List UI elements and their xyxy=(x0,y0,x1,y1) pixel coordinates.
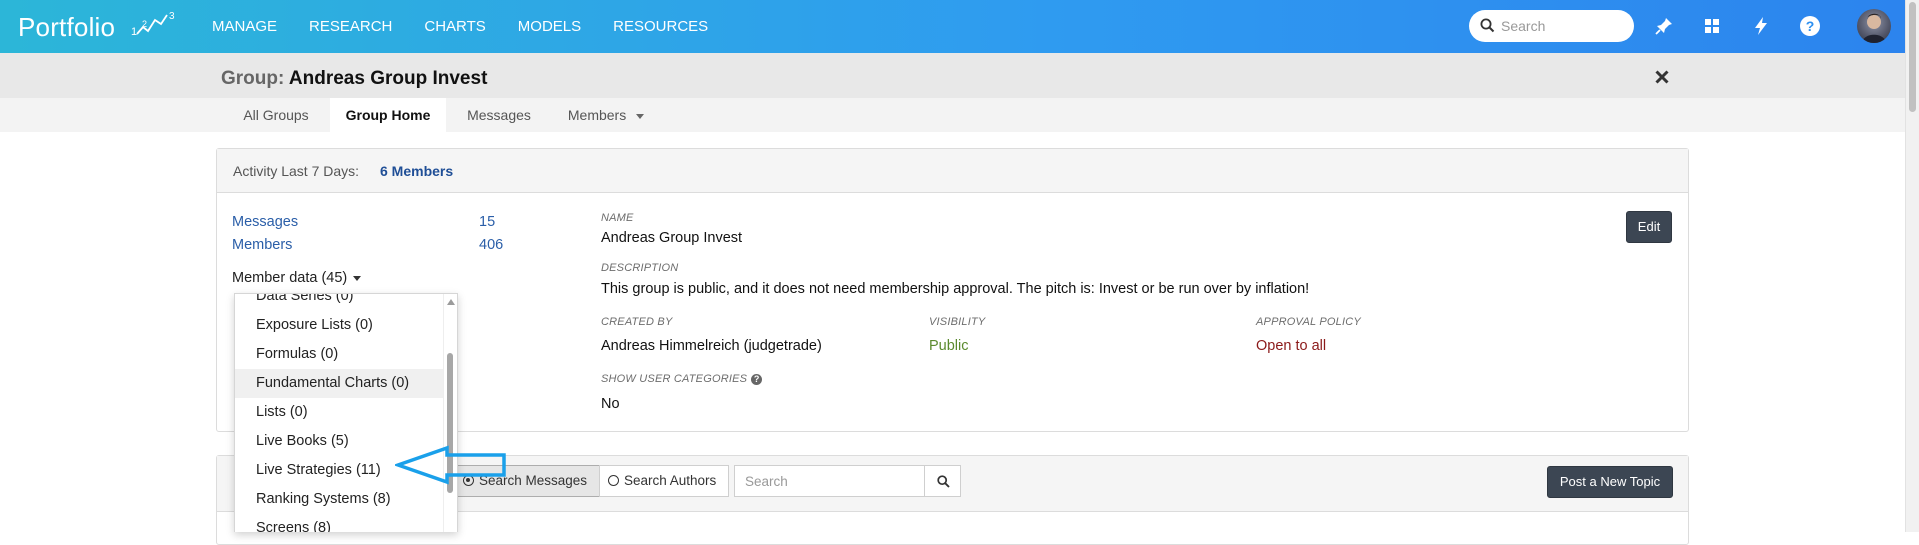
group-title-prefix: Group: xyxy=(221,68,285,89)
description-caption: DESCRIPTION xyxy=(601,262,679,274)
user-categories-value: No xyxy=(601,396,620,412)
menu-item-screens[interactable]: Screens (8) xyxy=(235,514,445,532)
menu-item-exposure-lists[interactable]: Exposure Lists (0) xyxy=(235,311,445,340)
menu-item-ranking-systems[interactable]: Ranking Systems (8) xyxy=(235,485,445,514)
approval-policy-caption: APPROVAL POLICY xyxy=(1256,316,1361,328)
members-count[interactable]: 406 xyxy=(479,237,503,253)
menu-resources[interactable]: RESOURCES xyxy=(613,0,708,53)
tab-label: All Groups xyxy=(243,107,309,123)
edit-button[interactable]: Edit xyxy=(1626,211,1672,243)
tab-all-groups[interactable]: All Groups xyxy=(226,98,326,132)
tab-messages[interactable]: Messages xyxy=(456,98,542,132)
global-search xyxy=(1469,10,1634,42)
dropdown-scrollbar[interactable] xyxy=(443,294,457,532)
search-authors-option[interactable]: Search Authors xyxy=(599,465,729,497)
chevron-down-icon xyxy=(636,113,645,119)
menu-models[interactable]: MODELS xyxy=(518,0,581,53)
svg-text:3: 3 xyxy=(169,11,175,22)
created-by-value: Andreas Himmelreich (judgetrade) xyxy=(601,338,822,354)
member-data-dropdown-toggle[interactable]: Member data (45) xyxy=(232,270,362,286)
annotation-arrow-icon xyxy=(395,445,506,485)
tab-group-home[interactable]: Group Home xyxy=(330,98,446,132)
tab-label: Members xyxy=(567,107,627,123)
tab-label: Group Home xyxy=(345,107,431,123)
menu-manage[interactable]: MANAGE xyxy=(212,0,277,53)
member-data-list: Data Series (0) Exposure Lists (0) Formu… xyxy=(235,294,445,532)
help-icon[interactable]: ? xyxy=(1798,14,1822,38)
menu-charts[interactable]: CHARTS xyxy=(424,0,485,53)
lightning-icon[interactable] xyxy=(1749,14,1773,38)
question-icon[interactable]: ? xyxy=(751,373,763,385)
visibility-value: Public xyxy=(929,338,969,354)
page-scrollbar-thumb[interactable] xyxy=(1909,2,1916,112)
pin-icon[interactable] xyxy=(1652,14,1676,38)
top-navbar: Portfolio 1 2 3 MANAGE RESEARCH CHARTS M… xyxy=(0,0,1905,53)
message-search-input[interactable] xyxy=(734,465,925,497)
menu-item-fundamental-charts[interactable]: Fundamental Charts (0) xyxy=(235,369,445,398)
group-title-name: Andreas Group Invest xyxy=(288,68,488,89)
activity-label: Activity Last 7 Days: xyxy=(233,163,360,179)
main-menu: MANAGE RESEARCH CHARTS MODELS RESOURCES xyxy=(212,0,740,53)
edit-button-label: Edit xyxy=(1637,219,1661,234)
members-stat-link[interactable]: Members xyxy=(232,237,292,253)
messages-count[interactable]: 15 xyxy=(479,214,495,230)
messages-stat-link[interactable]: Messages xyxy=(232,214,298,230)
user-categories-caption-text: SHOW USER CATEGORIES xyxy=(601,373,748,385)
svg-text:?: ? xyxy=(1806,18,1815,34)
search-authors-label: Search Authors xyxy=(624,473,717,488)
group-description: This group is public, and it does not ne… xyxy=(601,281,1310,297)
search-icon xyxy=(937,475,950,488)
group-header: Group: Andreas Group Invest xyxy=(0,53,1905,98)
group-tabs: All Groups Group Home Messages Members xyxy=(0,98,1905,132)
user-categories-caption: SHOW USER CATEGORIES? xyxy=(601,373,763,385)
svg-text:2: 2 xyxy=(142,19,147,29)
menu-item-formulas[interactable]: Formulas (0) xyxy=(235,340,445,369)
search-icon xyxy=(1480,18,1495,33)
page-title: Group: Andreas Group Invest xyxy=(221,68,487,90)
menu-item-data-series[interactable]: Data Series (0) xyxy=(235,294,445,311)
menu-research[interactable]: RESEARCH xyxy=(309,0,392,53)
name-caption: NAME xyxy=(601,212,634,224)
logo-text: Portfolio xyxy=(18,12,116,42)
menu-item-lists[interactable]: Lists (0) xyxy=(235,398,445,427)
avatar-image xyxy=(1862,13,1886,43)
dashboard-icon[interactable] xyxy=(1700,14,1724,38)
scroll-up-arrow-icon[interactable] xyxy=(447,299,455,305)
radio-unselected-icon xyxy=(608,474,619,486)
created-by-caption: CREATED BY xyxy=(601,316,673,328)
post-new-topic-button[interactable]: Post a New Topic xyxy=(1547,466,1673,498)
tab-members[interactable]: Members xyxy=(556,98,656,132)
member-data-menu: Data Series (0) Exposure Lists (0) Formu… xyxy=(234,293,458,532)
logo-chart-icon: 1 2 3 xyxy=(131,11,175,38)
page-scrollbar[interactable] xyxy=(1905,0,1919,532)
close-icon[interactable] xyxy=(1655,70,1669,84)
visibility-caption: VISIBILITY xyxy=(929,316,986,328)
message-search-button[interactable] xyxy=(924,465,961,497)
member-data-label: Member data (45) xyxy=(232,270,348,286)
user-avatar[interactable] xyxy=(1857,9,1891,43)
activity-header: Activity Last 7 Days: 6 Members xyxy=(217,149,1688,193)
caret-down-icon xyxy=(353,275,362,281)
tab-label: Messages xyxy=(467,107,531,123)
activity-members-link[interactable]: 6 Members xyxy=(380,163,453,179)
post-new-topic-label: Post a New Topic xyxy=(1559,474,1661,489)
group-name-value: Andreas Group Invest xyxy=(601,230,743,246)
svg-text:1: 1 xyxy=(131,26,137,38)
global-search-input[interactable] xyxy=(1501,17,1621,35)
portfolio-logo[interactable]: Portfolio xyxy=(18,12,115,43)
approval-policy-value: Open to all xyxy=(1256,338,1327,354)
